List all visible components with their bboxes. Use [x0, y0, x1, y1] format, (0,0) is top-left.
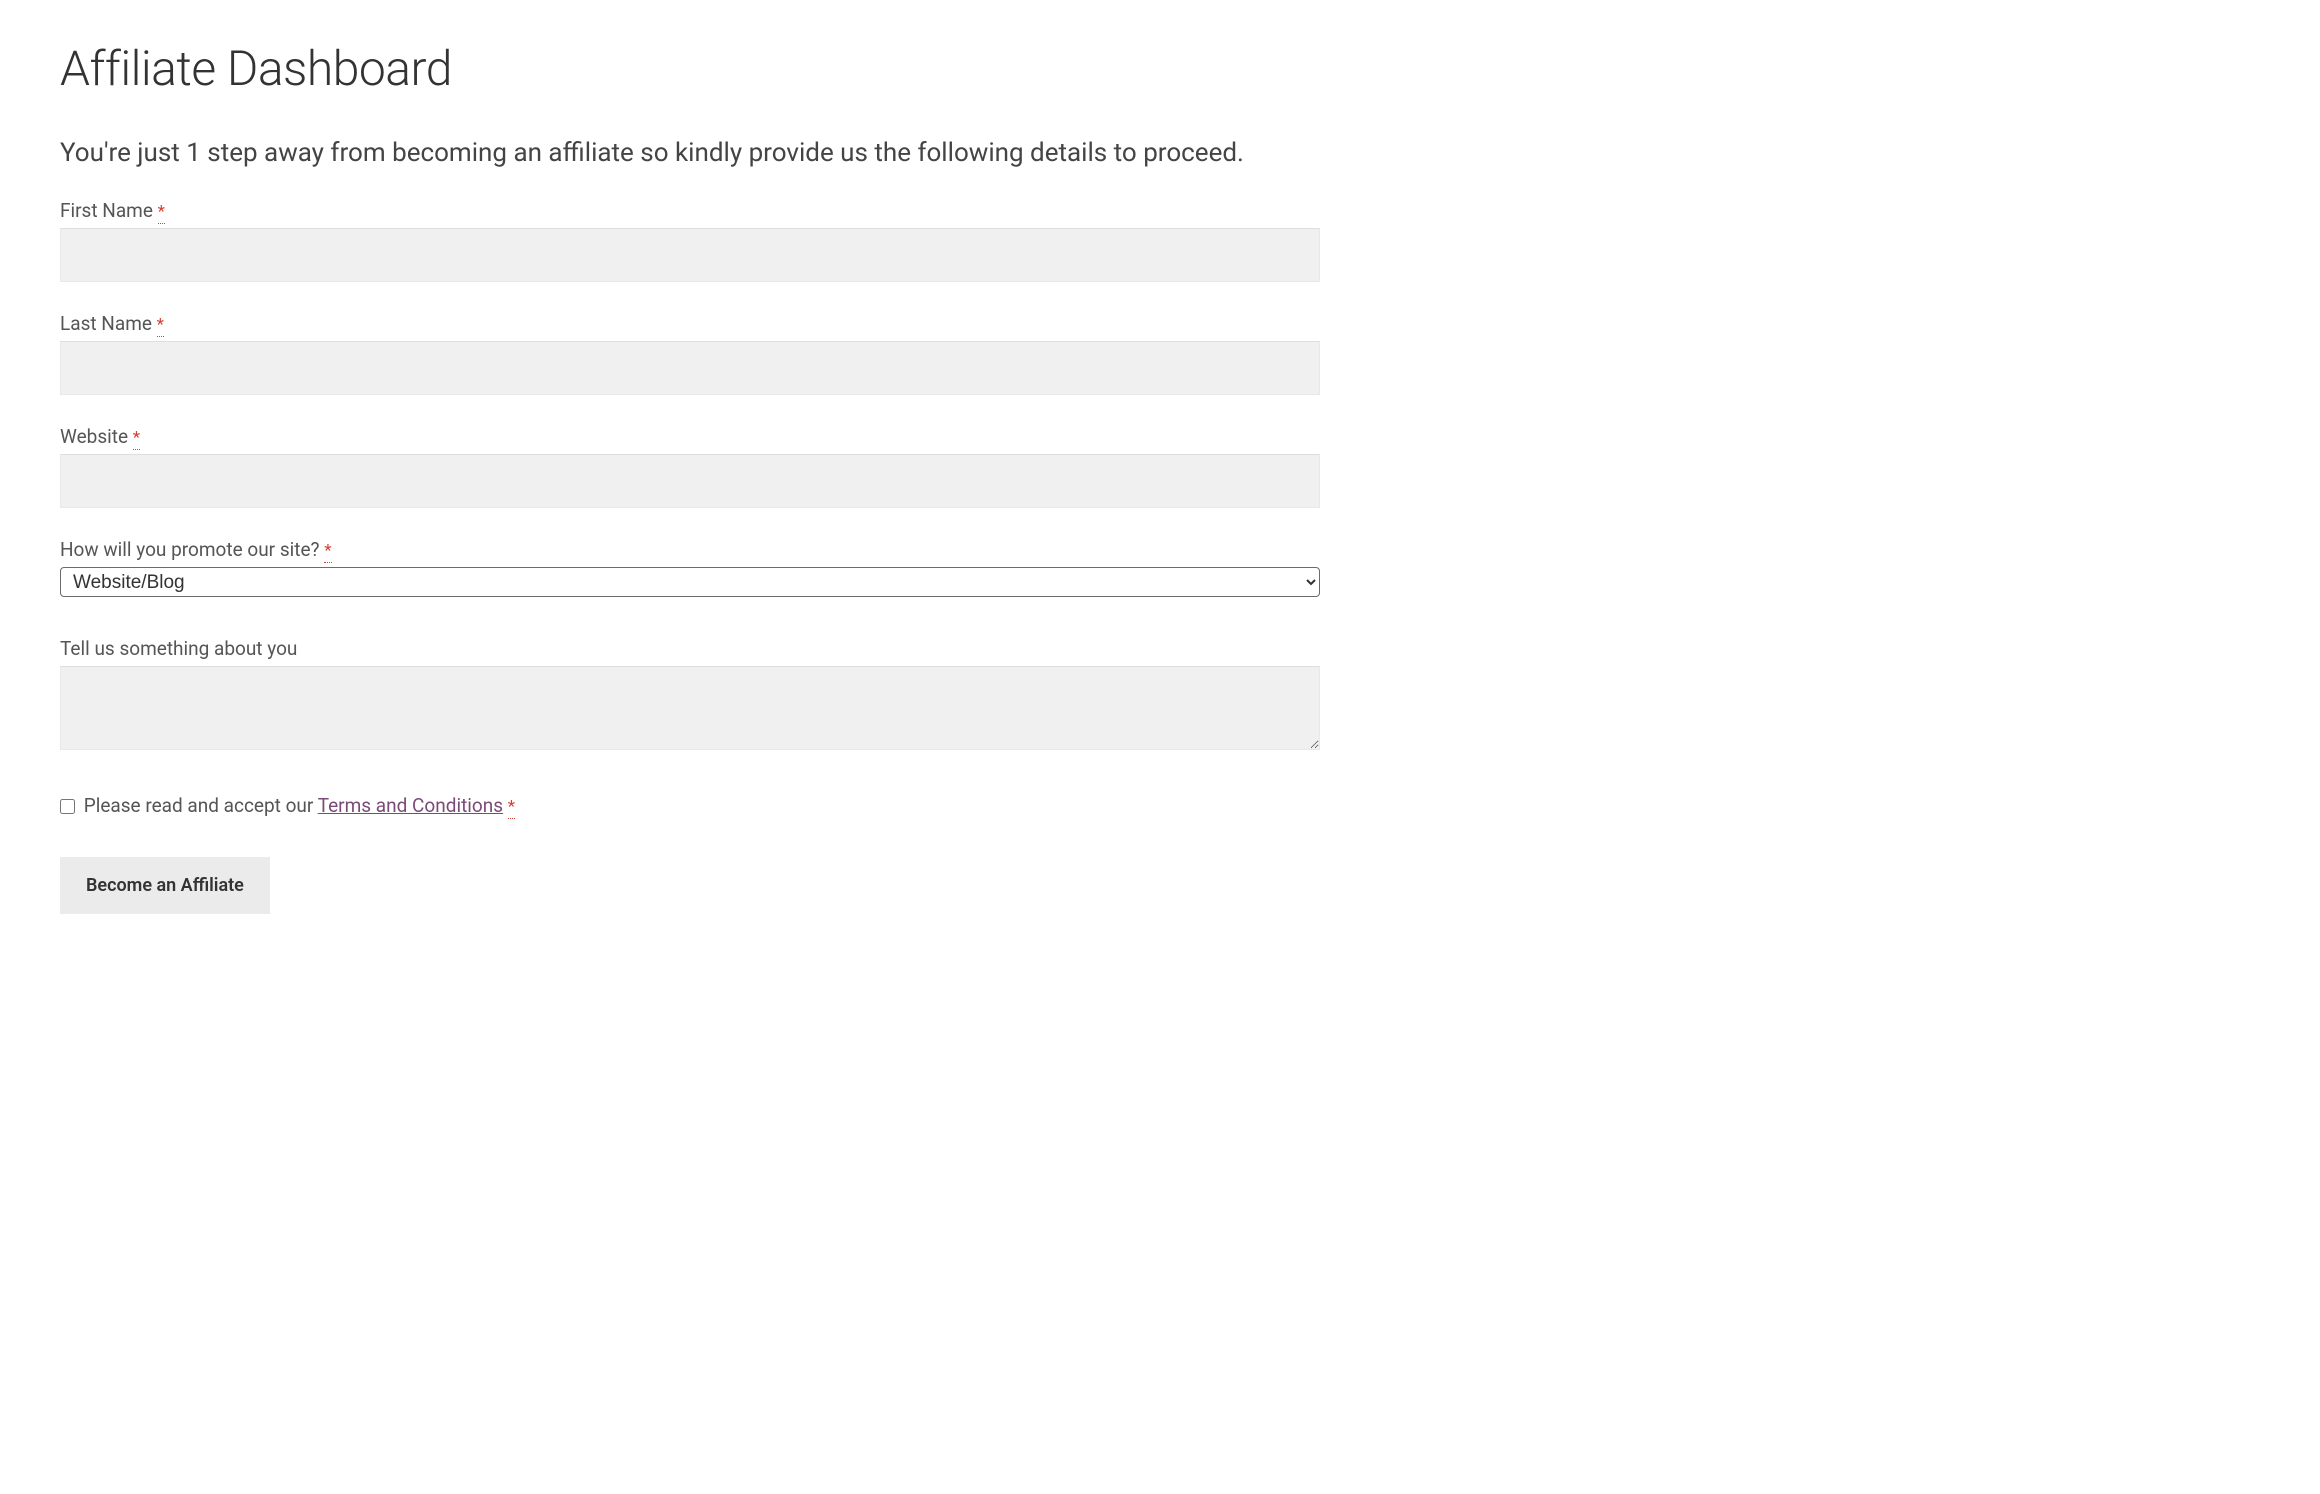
required-mark: *	[158, 202, 165, 224]
terms-checkbox[interactable]	[60, 799, 75, 814]
affiliate-form-container: Affiliate Dashboard You're just 1 step a…	[60, 40, 1320, 914]
last-name-label-text: Last Name	[60, 312, 157, 335]
page-title: Affiliate Dashboard	[60, 40, 1320, 97]
website-label: Website *	[60, 425, 1320, 448]
promote-select[interactable]: Website/Blog	[60, 567, 1320, 597]
first-name-row: First Name *	[60, 199, 1320, 282]
last-name-row: Last Name *	[60, 312, 1320, 395]
intro-text: You're just 1 step away from becoming an…	[60, 135, 1320, 171]
required-mark: *	[508, 797, 515, 819]
terms-link[interactable]: Terms and Conditions	[318, 794, 503, 817]
about-textarea[interactable]	[60, 666, 1320, 750]
last-name-input[interactable]	[60, 341, 1320, 395]
terms-prefix: Please read and accept our	[84, 794, 318, 817]
first-name-label: First Name *	[60, 199, 1320, 222]
terms-row: Please read and accept our Terms and Con…	[60, 794, 1320, 817]
last-name-label: Last Name *	[60, 312, 1320, 335]
submit-button[interactable]: Become an Affiliate	[60, 857, 270, 914]
first-name-input[interactable]	[60, 228, 1320, 282]
website-row: Website *	[60, 425, 1320, 508]
required-mark: *	[133, 428, 140, 450]
promote-label: How will you promote our site? *	[60, 538, 1320, 561]
required-mark: *	[157, 315, 164, 337]
first-name-label-text: First Name	[60, 199, 158, 222]
website-label-text: Website	[60, 425, 133, 448]
required-mark: *	[324, 541, 331, 563]
website-input[interactable]	[60, 454, 1320, 508]
promote-row: How will you promote our site? * Website…	[60, 538, 1320, 597]
about-label: Tell us something about you	[60, 637, 1320, 660]
about-row: Tell us something about you	[60, 637, 1320, 754]
promote-label-text: How will you promote our site?	[60, 538, 324, 561]
